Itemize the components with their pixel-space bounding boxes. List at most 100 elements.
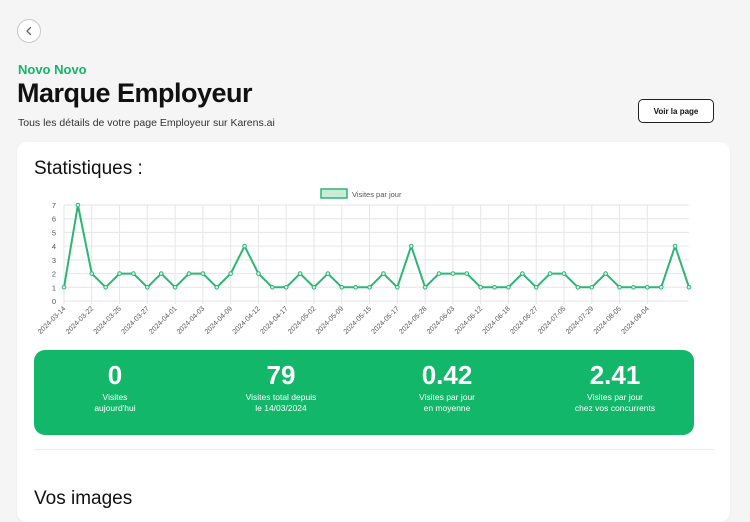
- view-page-button[interactable]: Voir la page: [638, 99, 714, 123]
- data-point: [283, 284, 289, 290]
- data-point: [270, 284, 275, 290]
- x-tick-label: 2024-04-09: [204, 305, 234, 335]
- legend-label: Visites par jour: [352, 190, 402, 199]
- x-tick-label: 2024-03-22: [65, 305, 95, 335]
- x-tick-label: 2024-06-12: [454, 305, 484, 335]
- data-point: [75, 202, 81, 208]
- y-tick-label: 2: [52, 270, 56, 279]
- chevron-left-icon: [26, 26, 32, 36]
- kpi-label-line: Visites par jour: [586, 392, 644, 402]
- data-point: [325, 271, 331, 276]
- kpi-label-line: Visites par jour: [418, 392, 476, 402]
- data-point: [214, 284, 220, 290]
- company-name: Novo Novo: [18, 62, 87, 77]
- data-point: [575, 284, 581, 290]
- kpi-competitors-visits: 2.41 Visites par jour chez vos concurren…: [540, 360, 690, 413]
- kpi-value: 2.41: [589, 360, 641, 390]
- stats-card: Statistiques : 0 1 2 3 4 5 6 7 2024-03-14 2024-03…: [17, 142, 730, 522]
- x-tick-label: 2024-06-03: [426, 305, 456, 335]
- data-point: [256, 271, 261, 276]
- x-tick-label: 2024-05-15: [343, 305, 373, 335]
- kpi-value: 0.42: [421, 360, 473, 390]
- y-tick-label: 3: [52, 256, 56, 265]
- data-point: [117, 271, 122, 276]
- x-tick-label: 2024-04-03: [176, 305, 206, 335]
- data-point: [311, 284, 317, 290]
- data-point: [533, 284, 539, 290]
- x-tick-label: 2024-05-09: [315, 305, 345, 335]
- kpi-label: Visites total depuis le 14/03/2024: [206, 392, 356, 413]
- y-tick-label: 1: [52, 283, 56, 292]
- data-point: [200, 271, 206, 276]
- visits-line-chart: 012345672024-03-142024-03-222024-03-2520…: [37, 188, 692, 336]
- kpi-value: 0: [107, 360, 123, 390]
- data-point: [547, 271, 553, 276]
- kpi-label: Visites aujourd'hui: [40, 392, 190, 413]
- x-tick-label: 2024-06-18: [482, 305, 512, 335]
- data-point: [228, 271, 233, 276]
- data-point: [422, 284, 428, 290]
- data-point: [145, 284, 150, 290]
- data-point: [61, 284, 67, 290]
- x-tick-label: 2024-07-29: [565, 305, 595, 335]
- data-point: [339, 284, 345, 290]
- data-point: [478, 284, 483, 290]
- data-point: [464, 271, 470, 276]
- y-tick-label: 0: [52, 297, 56, 306]
- data-point: [89, 271, 95, 276]
- x-tick-label: 2024-03-27: [120, 305, 150, 335]
- section-divider: [34, 449, 714, 450]
- data-point: [645, 284, 650, 290]
- data-point: [686, 284, 692, 290]
- data-point: [408, 243, 414, 249]
- kpi-label-line: Visites: [102, 392, 128, 402]
- kpi-average-visits: 0.42 Visites par jour en moyenne: [372, 360, 522, 413]
- x-tick-label: 2024-04-01: [148, 305, 178, 335]
- data-point: [631, 284, 636, 290]
- stats-title: Statistiques :: [34, 158, 143, 179]
- x-tick-label: 2024-09-04: [620, 305, 650, 335]
- y-tick-label: 7: [52, 201, 56, 210]
- data-point: [658, 284, 664, 290]
- kpi-label-line: en moyenne: [423, 402, 471, 413]
- data-point: [381, 271, 386, 276]
- legend-swatch: [320, 188, 348, 199]
- data-point: [561, 271, 567, 276]
- data-point: [617, 284, 622, 290]
- kpi-label: Visites par jour chez vos concurrents: [540, 392, 690, 413]
- kpi-label-line: aujourd'hui: [94, 402, 136, 413]
- kpi-label: Visites par jour en moyenne: [372, 392, 522, 413]
- x-tick-label: 2024-05-02: [287, 305, 317, 335]
- x-tick-label: 2024-04-12: [232, 305, 262, 335]
- x-tick-label: 2024-08-05: [593, 305, 623, 335]
- data-point: [172, 284, 178, 290]
- back-button[interactable]: [17, 19, 41, 43]
- data-point: [436, 271, 442, 276]
- data-point: [103, 284, 108, 290]
- kpi-value: 79: [266, 360, 296, 390]
- page-subtitle: Tous les détails de votre page Employeur…: [18, 117, 275, 129]
- data-point: [492, 284, 497, 290]
- x-tick-label: 2024-04-17: [259, 305, 289, 335]
- data-point: [506, 284, 511, 290]
- data-point: [242, 243, 247, 249]
- data-point: [158, 271, 164, 276]
- data-point: [603, 271, 608, 276]
- kpi-banner: 0 Visites aujourd'hui 79 Visites total d…: [34, 350, 694, 435]
- data-point: [395, 284, 400, 290]
- page-title: Marque Employeur: [17, 78, 253, 108]
- data-point: [589, 284, 595, 290]
- x-tick-label: 2024-03-14: [37, 305, 67, 335]
- data-point: [367, 284, 372, 290]
- kpi-visits-today: 0 Visites aujourd'hui: [40, 360, 190, 413]
- y-tick-label: 4: [52, 242, 56, 251]
- data-point: [450, 271, 456, 276]
- y-tick-label: 6: [52, 215, 56, 224]
- x-tick-label: 2024-05-17: [370, 305, 400, 335]
- data-point: [520, 271, 525, 276]
- y-tick-label: 5: [52, 228, 56, 237]
- kpi-total-visits: 79 Visites total depuis le 14/03/2024: [206, 360, 356, 413]
- x-tick-label: 2024-06-27: [509, 305, 539, 335]
- x-tick-label: 2024-05-28: [398, 305, 428, 335]
- data-point: [186, 271, 192, 276]
